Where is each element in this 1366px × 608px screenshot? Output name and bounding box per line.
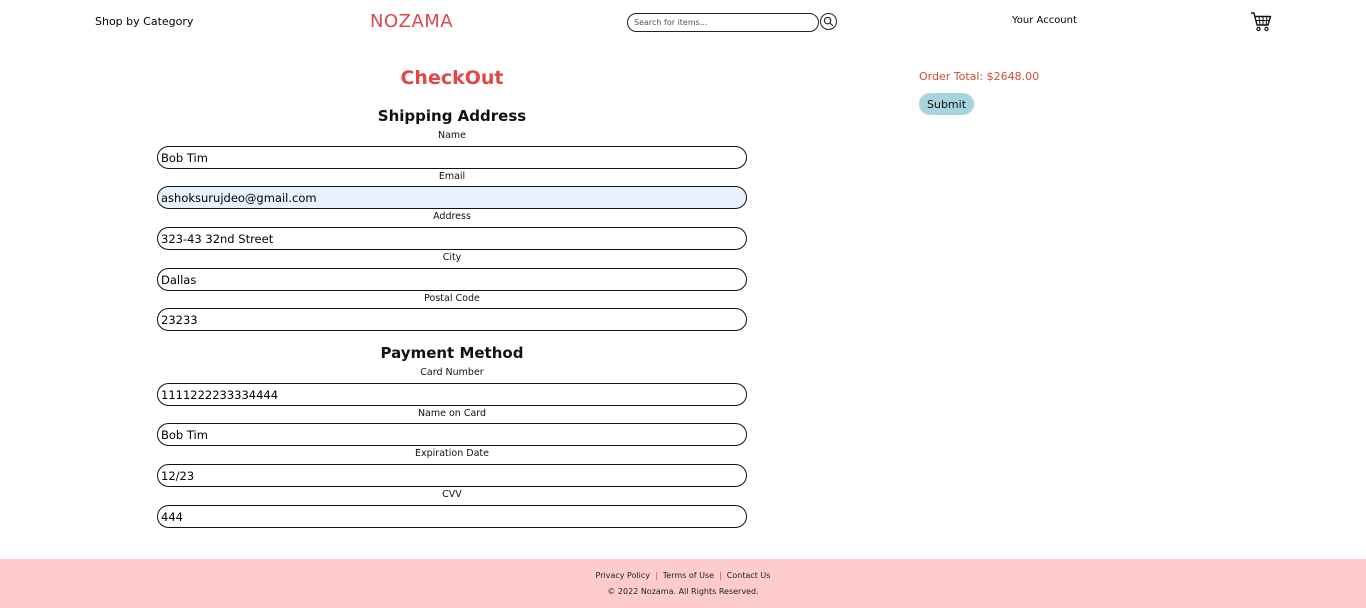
- footer-links: Privacy Policy | Terms of Use | Contact Us: [0, 571, 1366, 580]
- search-icon: [823, 16, 834, 27]
- your-account-link[interactable]: Your Account: [1012, 15, 1077, 26]
- terms-of-use-link[interactable]: Terms of Use: [663, 571, 714, 580]
- privacy-policy-link[interactable]: Privacy Policy: [596, 571, 651, 580]
- email-label: Email: [438, 171, 466, 182]
- cvv-field[interactable]: [157, 505, 747, 528]
- footer-separator: |: [655, 571, 658, 580]
- contact-us-link[interactable]: Contact Us: [727, 571, 771, 580]
- card-number-label: Card Number: [420, 367, 484, 378]
- checkout-title: CheckOut: [400, 67, 504, 89]
- expiration-date-field[interactable]: [157, 464, 747, 487]
- name-on-card-field[interactable]: [157, 423, 747, 446]
- order-total: Order Total: $2648.00: [919, 70, 1040, 83]
- shop-by-category-link[interactable]: Shop by Category: [95, 15, 193, 28]
- city-field[interactable]: [157, 268, 747, 291]
- postal-code-label: Postal Code: [424, 293, 480, 304]
- name-on-card-label: Name on Card: [417, 408, 487, 419]
- footer-separator: |: [719, 571, 722, 580]
- search-input[interactable]: [627, 13, 819, 32]
- cvv-label: CVV: [442, 489, 462, 500]
- copyright-text: © 2022 Nozama. All Rights Reserved.: [607, 587, 759, 596]
- shopping-cart-icon[interactable]: [1250, 11, 1272, 32]
- submit-button[interactable]: Submit: [919, 93, 974, 115]
- top-navigation: Shop by Category NOZAMA Your Account: [0, 0, 1366, 44]
- shipping-address-heading: Shipping Address: [377, 107, 527, 125]
- payment-method-heading: Payment Method: [380, 344, 524, 362]
- name-label: Name: [437, 130, 467, 141]
- postal-code-field[interactable]: [157, 308, 747, 331]
- search-button[interactable]: [820, 13, 837, 30]
- address-field[interactable]: [157, 227, 747, 250]
- email-field[interactable]: [157, 186, 747, 209]
- address-label: Address: [433, 211, 471, 222]
- expiration-date-label: Expiration Date: [415, 448, 489, 459]
- footer: Privacy Policy | Terms of Use | Contact Us ©…: [0, 559, 1366, 608]
- name-field[interactable]: [157, 146, 747, 169]
- site-logo[interactable]: NOZAMA: [370, 11, 453, 32]
- city-label: City: [442, 252, 462, 263]
- card-number-field[interactable]: [157, 383, 747, 406]
